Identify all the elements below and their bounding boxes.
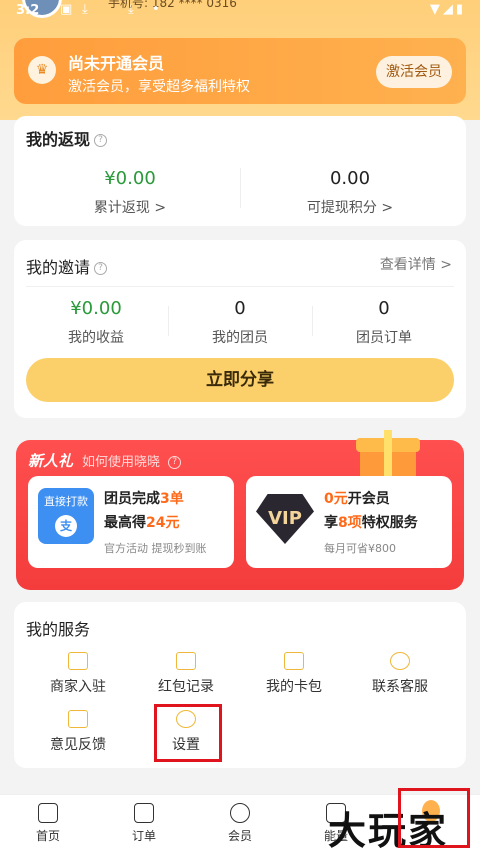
help-icon: ? [168, 456, 182, 469]
service-red-packet-records[interactable]: 红包记录 [136, 652, 236, 696]
alipay-icon: 直接打款 支 [38, 488, 94, 544]
reward-footnote: 官方活动 提现秒到账 [104, 542, 207, 555]
wallet-icon [284, 652, 304, 670]
divider [168, 306, 169, 336]
withdrawable-points-value: 0.00 [329, 168, 371, 189]
settings-highlight-box [154, 704, 222, 762]
headset-icon [390, 652, 410, 670]
my-earnings[interactable]: ¥0.00 我的收益 [26, 298, 166, 347]
my-earnings-value: ¥0.00 [70, 298, 122, 319]
service-card-wallet[interactable]: 我的卡包 [244, 652, 344, 696]
view-details-link[interactable]: 查看详情 > [380, 254, 452, 274]
mine-tab-highlight-box [398, 788, 470, 848]
crown-icon: ♛ [28, 56, 56, 84]
activate-vip-button[interactable]: 激活会员 [376, 56, 452, 88]
download-icon: ⤓ [82, 2, 88, 17]
member-icon [230, 803, 250, 823]
gift-title: 新人礼 [28, 452, 74, 470]
system-icons: ▼◢▮ [429, 2, 466, 17]
help-icon[interactable]: ? [94, 134, 108, 147]
total-cashback-value: ¥0.00 [104, 168, 156, 189]
service-contact-support[interactable]: 联系客服 [350, 652, 450, 696]
tab-home[interactable]: 首页 [18, 803, 78, 844]
vip-banner[interactable]: ♛ 尚未开通会员 激活会员，享受超多福利特权 激活会员 [14, 38, 466, 104]
new-user-gift-panel: 新人礼 如何使用晓晓 ? 直接打款 支 团员完成3单 最高得24元 官方活动 提… [16, 430, 464, 590]
status-time: 3:2 [16, 3, 40, 18]
member-orders[interactable]: 0 团员订单 [314, 298, 454, 347]
withdrawable-points-label: 可提现积分 > [306, 200, 394, 216]
member-orders-label: 团员订单 [356, 330, 412, 346]
download-icon: ⤓ [128, 2, 134, 17]
total-cashback[interactable]: ¥0.00 累计返现 > [30, 168, 230, 217]
service-merchant-join[interactable]: 商家入驻 [28, 652, 128, 696]
how-to-use-link[interactable]: 如何使用晓晓 ? [82, 451, 182, 470]
service-feedback[interactable]: 意见反馈 [28, 710, 128, 754]
help-icon[interactable]: ? [94, 262, 108, 275]
services-card: 我的服务 商家入驻 红包记录 我的卡包 联系客服 意见反馈 设置 [14, 602, 466, 768]
withdrawable-points[interactable]: 0.00 可提现积分 > [250, 168, 450, 217]
my-members[interactable]: 0 我的团员 [170, 298, 310, 347]
cashback-card: 我的返现? ¥0.00 累计返现 > 0.00 可提现积分 > [14, 116, 466, 226]
feedback-icon [68, 710, 88, 728]
image-icon: ▣ [60, 2, 73, 17]
my-earnings-label: 我的收益 [68, 330, 124, 346]
my-members-label: 我的团员 [212, 330, 268, 346]
status-bar: 3:2 ▣ ⤓ 手机号: 182 **** 0316 ⤓ • ▼◢▮ [0, 0, 480, 24]
member-orders-value: 0 [378, 298, 390, 319]
free-vip-card[interactable]: VIP 0元开会员 享8项特权服务 每月可省¥800 [246, 476, 452, 568]
reward-line-2: 最高得24元 [104, 515, 180, 531]
vip-badge-icon: VIP [256, 494, 314, 544]
tab-member[interactable]: 会员 [210, 803, 270, 844]
divider [26, 286, 454, 287]
gift-box-icon [356, 430, 420, 482]
free-vip-footnote: 每月可省¥800 [324, 542, 396, 555]
home-icon [38, 803, 58, 823]
divider [312, 306, 313, 336]
team-reward-card[interactable]: 直接打款 支 团员完成3单 最高得24元 官方活动 提现秒到账 [28, 476, 234, 568]
invite-title: 我的邀请? [26, 254, 108, 278]
tab-orders[interactable]: 订单 [114, 803, 174, 844]
divider [240, 168, 241, 208]
share-now-button[interactable]: 立即分享 [26, 358, 454, 402]
services-title: 我的服务 [26, 620, 91, 639]
total-cashback-label: 累计返现 > [93, 200, 167, 216]
invite-card: 我的邀请? 查看详情 > ¥0.00 我的收益 0 我的团员 0 团员订单 立即… [14, 240, 466, 418]
vip-title: 尚未开通会员 [68, 54, 165, 73]
free-vip-line-2: 享8项特权服务 [324, 515, 418, 531]
store-icon [68, 652, 88, 670]
grid-icon [176, 652, 196, 670]
order-icon [134, 803, 154, 823]
my-members-value: 0 [234, 298, 246, 319]
vip-subtitle: 激活会员，享受超多福利特权 [68, 79, 250, 95]
free-vip-line-1: 0元开会员 [324, 491, 390, 507]
cashback-title: 我的返现? [26, 126, 108, 150]
dot-icon: • [152, 2, 160, 17]
reward-line-1: 团员完成3单 [104, 491, 184, 507]
